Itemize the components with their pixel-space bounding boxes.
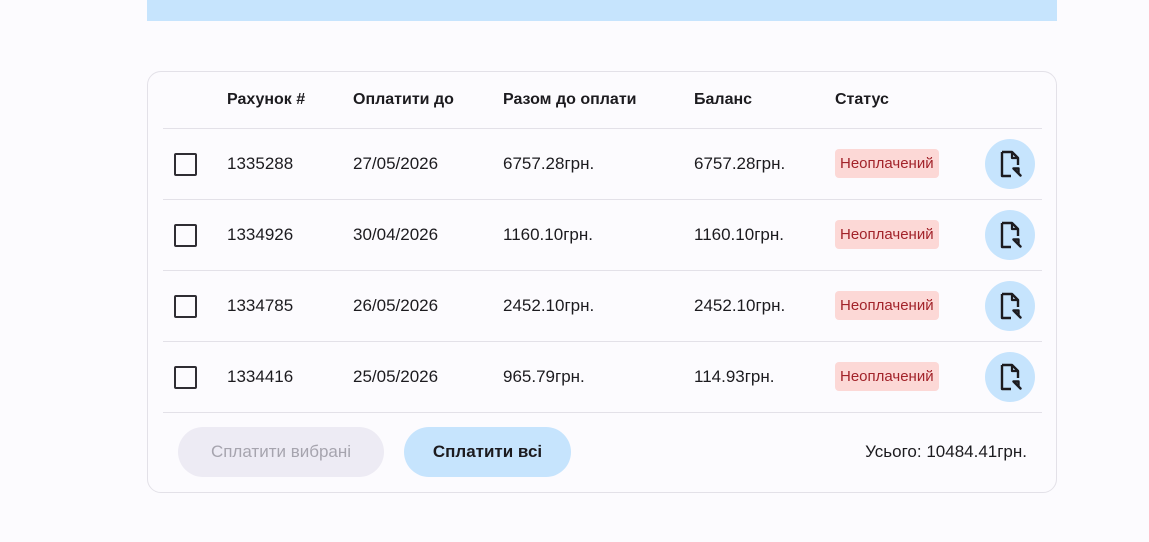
status-badge: Неоплачений xyxy=(835,149,939,178)
balance: 1160.10грн. xyxy=(694,225,784,244)
header-due-date: Оплатити до xyxy=(353,91,454,108)
open-invoice-button[interactable] xyxy=(985,210,1035,260)
total-due: 6757.28грн. xyxy=(503,154,595,173)
top-banner xyxy=(147,0,1057,21)
invoice-number: 1334926 xyxy=(227,225,294,244)
pay-all-button[interactable]: Сплатити всі xyxy=(404,427,571,477)
header-invoice-number: Рахунок # xyxy=(227,91,306,108)
table-row: 1334926 30/04/2026 1160.10грн. 1160.10гр… xyxy=(163,200,1042,271)
row-checkbox[interactable] xyxy=(174,153,197,176)
invoice-number: 1334785 xyxy=(227,296,294,315)
status-badge: Неоплачений xyxy=(835,220,939,249)
balance: 114.93грн. xyxy=(694,367,775,386)
invoices-card: Рахунок # Оплатити до Разом до оплати Ба… xyxy=(147,71,1057,493)
balance: 2452.10грн. xyxy=(694,296,786,315)
status-badge: Неоплачений xyxy=(835,362,939,391)
document-open-icon xyxy=(1000,292,1022,320)
invoice-number: 1335288 xyxy=(227,154,294,173)
total-due: 965.79грн. xyxy=(503,367,585,386)
document-open-icon xyxy=(1000,221,1022,249)
document-open-icon xyxy=(1000,150,1022,178)
table-row: 1334785 26/05/2026 2452.10грн. 2452.10гр… xyxy=(163,271,1042,342)
invoices-table: Рахунок # Оплатити до Разом до оплати Ба… xyxy=(163,72,1042,413)
row-checkbox[interactable] xyxy=(174,295,197,318)
status-badge: Неоплачений xyxy=(835,291,939,320)
total-amount: Усього: 10484.41грн. xyxy=(865,442,1027,461)
open-invoice-button[interactable] xyxy=(985,139,1035,189)
pay-selected-button[interactable]: Сплатити вибрані xyxy=(178,427,384,477)
invoice-number: 1334416 xyxy=(227,367,294,386)
header-status: Статус xyxy=(835,91,889,108)
header-total-due: Разом до оплати xyxy=(503,91,637,108)
balance: 6757.28грн. xyxy=(694,154,786,173)
due-date: 26/05/2026 xyxy=(353,296,439,315)
table-row: 1335288 27/05/2026 6757.28грн. 6757.28гр… xyxy=(163,129,1042,200)
card-footer: Сплатити вибрані Сплатити всі Усього: 10… xyxy=(148,427,1056,477)
due-date: 27/05/2026 xyxy=(353,154,439,173)
document-open-icon xyxy=(1000,363,1022,391)
due-date: 25/05/2026 xyxy=(353,367,439,386)
open-invoice-button[interactable] xyxy=(985,352,1035,402)
open-invoice-button[interactable] xyxy=(985,281,1035,331)
total-due: 2452.10грн. xyxy=(503,296,595,315)
table-header: Рахунок # Оплатити до Разом до оплати Ба… xyxy=(163,72,1042,129)
header-balance: Баланс xyxy=(694,91,753,108)
total-due: 1160.10грн. xyxy=(503,225,593,244)
table-row: 1334416 25/05/2026 965.79грн. 114.93грн.… xyxy=(163,342,1042,413)
row-checkbox[interactable] xyxy=(174,366,197,389)
due-date: 30/04/2026 xyxy=(353,225,439,244)
row-checkbox[interactable] xyxy=(174,224,197,247)
